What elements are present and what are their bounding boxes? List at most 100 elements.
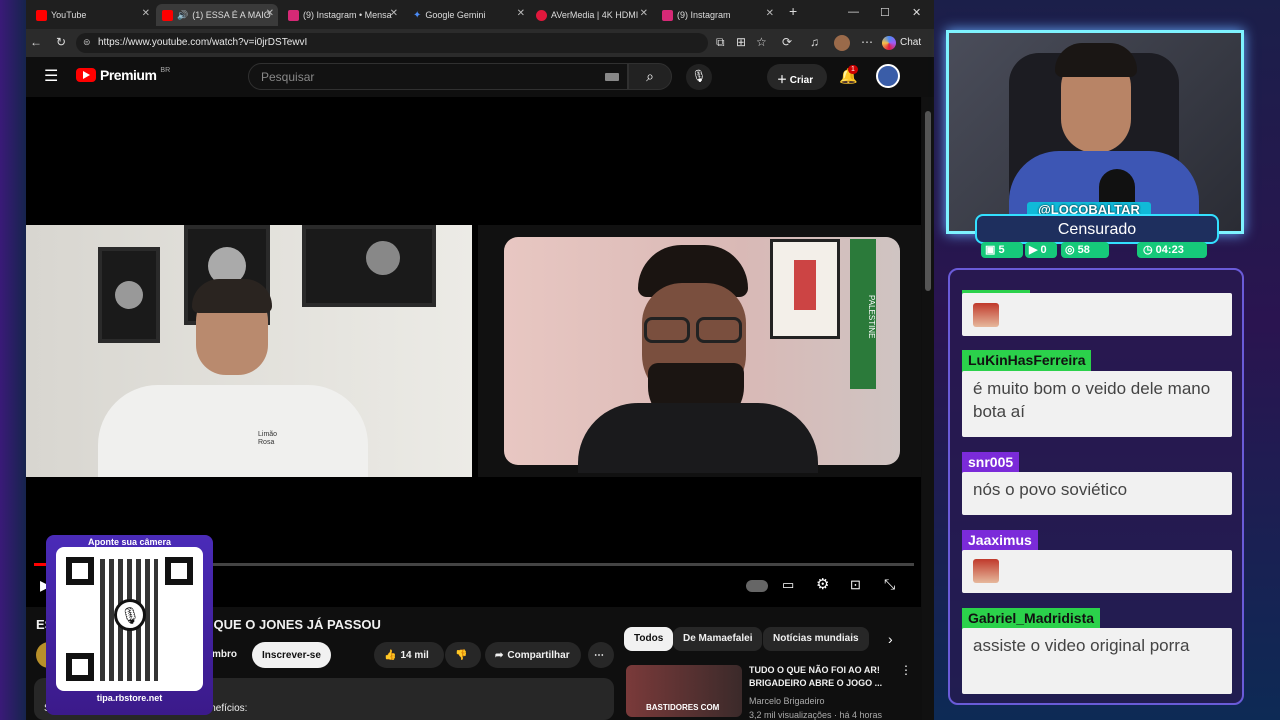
guest-shirt bbox=[578, 403, 818, 473]
moon-frame-3 bbox=[302, 225, 436, 307]
more-menu-icon[interactable]: ⋯ bbox=[861, 35, 873, 49]
video-title-end: A QUE O JONES JÁ PASSOU bbox=[201, 617, 381, 632]
create-button[interactable]: ＋ Criar bbox=[767, 64, 827, 90]
chip-mamaefalei[interactable]: De Mamaefalei bbox=[673, 627, 763, 651]
close-window-button[interactable]: ✕ bbox=[912, 6, 921, 19]
tab-instagram[interactable]: (9) Instagram ✕ bbox=[656, 4, 778, 26]
search-icon: ⌕ bbox=[646, 68, 654, 84]
tab-gemini[interactable]: ✦ Google Gemini ✕ bbox=[407, 4, 529, 26]
tab-label: YouTube bbox=[51, 10, 87, 20]
stream-status: Censurado bbox=[975, 214, 1219, 244]
qr-finder-bottom-left bbox=[66, 653, 94, 681]
chat-message-emote bbox=[962, 550, 1232, 593]
back-button[interactable]: ← bbox=[30, 35, 42, 49]
youtube-count: 0 bbox=[1040, 244, 1047, 256]
viewer-count: 58 bbox=[1077, 244, 1090, 256]
minimize-button[interactable]: — bbox=[848, 6, 859, 18]
autoplay-toggle[interactable] bbox=[746, 580, 768, 592]
mic-icon: 🎙 bbox=[691, 69, 707, 83]
dislike-button[interactable]: 👎 bbox=[445, 642, 481, 668]
profile-avatar[interactable] bbox=[834, 35, 850, 51]
emote-icon bbox=[973, 303, 999, 327]
video-player[interactable]: Limão Rosa PALESTINE ▶ ▭ ⚙ ⊡ ⤡ bbox=[26, 97, 921, 607]
avermedia-icon bbox=[536, 9, 547, 21]
moon-frame-1 bbox=[98, 247, 160, 343]
settings-icon[interactable]: ⚙ bbox=[816, 575, 829, 593]
logo-text: Premium bbox=[100, 67, 157, 83]
youtube-logo[interactable]: Premium BR bbox=[76, 67, 170, 83]
search-input[interactable]: Pesquisar bbox=[248, 63, 628, 90]
recommendation-item[interactable]: BASTIDORES COM TUDO O QUE NÃO FOI AO AR!… bbox=[626, 661, 912, 720]
app-available-icon[interactable]: ⊞ bbox=[736, 35, 746, 49]
more-vert-icon[interactable]: ⋮ bbox=[900, 663, 912, 677]
like-count: 14 mil bbox=[400, 649, 429, 661]
scrollbar-thumb[interactable] bbox=[925, 111, 931, 291]
chip-world-news[interactable]: Notícias mundiais bbox=[763, 627, 869, 651]
reload-button[interactable]: ↻ bbox=[56, 35, 66, 49]
chip-all[interactable]: Todos bbox=[624, 627, 674, 651]
chat-username: Jaaximus bbox=[962, 530, 1038, 552]
favorite-icon[interactable]: ☆ bbox=[756, 35, 767, 49]
chat-message-text: assiste o video original porra bbox=[962, 628, 1232, 694]
maximize-button[interactable]: ☐ bbox=[880, 6, 890, 19]
recommendation-thumbnail[interactable]: BASTIDORES COM bbox=[626, 665, 742, 717]
search-placeholder: Pesquisar bbox=[261, 70, 315, 84]
glasses-left bbox=[644, 317, 690, 343]
extensions-icon[interactable]: ⟳ bbox=[782, 35, 792, 49]
close-icon[interactable]: ✕ bbox=[142, 8, 150, 19]
join-button[interactable]: mbro bbox=[212, 649, 237, 660]
youtube-icon bbox=[36, 9, 47, 21]
close-icon[interactable]: ✕ bbox=[766, 8, 774, 19]
poster-frame bbox=[770, 239, 840, 339]
media-icon[interactable]: ♫ bbox=[810, 35, 819, 49]
chat-username: LuKinHasFerreira bbox=[962, 350, 1092, 372]
tab-current-video[interactable]: 🔊 (1) ESSA É A MAIO ✕ bbox=[156, 4, 278, 26]
notification-badge: 1 bbox=[848, 65, 858, 74]
qr-overlay: Aponte sua câmera 🎙 tipa.rbstore.net bbox=[46, 535, 213, 715]
miniplayer-icon[interactable]: ⊡ bbox=[850, 577, 861, 593]
account-avatar[interactable] bbox=[876, 64, 900, 88]
share-button[interactable]: ➦ Compartilhar bbox=[485, 642, 581, 668]
tab-instagram-messages[interactable]: (9) Instagram • Mensa ✕ bbox=[282, 4, 402, 26]
more-actions-button[interactable]: ⋯ bbox=[588, 642, 614, 668]
instagram-icon bbox=[288, 9, 299, 21]
recommendation-channel: Marcelo Brigadeiro bbox=[749, 696, 825, 706]
chat-count-badge: ▣ 5 bbox=[981, 242, 1023, 258]
background-glow bbox=[0, 0, 26, 720]
tab-label: Google Gemini bbox=[425, 10, 486, 20]
site-info-icon[interactable]: ⊜ bbox=[83, 37, 91, 48]
translate-icon[interactable]: ⧉ bbox=[716, 35, 725, 50]
close-icon[interactable]: ✕ bbox=[640, 8, 648, 19]
host-hair bbox=[192, 279, 272, 313]
plus-icon: ＋ bbox=[777, 75, 787, 86]
chat-username: Gabriel_Madridista bbox=[962, 608, 1101, 630]
menu-icon[interactable]: ☰ bbox=[44, 66, 58, 86]
like-button[interactable]: 👍 14 mil bbox=[374, 642, 444, 668]
stream-time: 04:23 bbox=[1155, 244, 1184, 256]
chat-button[interactable]: Chat bbox=[900, 37, 921, 48]
keyboard-icon[interactable] bbox=[605, 73, 619, 81]
instagram-icon bbox=[662, 9, 673, 21]
page-scrollbar[interactable] bbox=[922, 97, 934, 720]
close-icon[interactable]: ✕ bbox=[390, 8, 398, 19]
close-icon[interactable]: ✕ bbox=[266, 8, 274, 19]
thumbs-up-icon: 👍 bbox=[384, 649, 397, 661]
captions-icon[interactable]: ▭ bbox=[782, 577, 794, 593]
youtube-icon: ▶ bbox=[1029, 244, 1038, 256]
stream-info-box: @LOCOBALTAR Censurado ▣ 5 ▶ 0 ◎ 58 ◷ 04:… bbox=[975, 200, 1219, 260]
close-icon[interactable]: ✕ bbox=[517, 8, 525, 19]
address-bar[interactable]: ⊜ https://www.youtube.com/watch?v=i0jrDS… bbox=[76, 33, 708, 53]
streamer-hair bbox=[1055, 43, 1137, 77]
chevron-right-icon[interactable]: › bbox=[888, 631, 893, 647]
thumbs-down-icon: 👎 bbox=[455, 649, 468, 661]
tab-youtube[interactable]: YouTube ✕ bbox=[30, 4, 154, 26]
video-left-panel: Limão Rosa bbox=[26, 225, 472, 477]
new-tab-button[interactable]: + bbox=[789, 3, 797, 19]
video-right-panel: PALESTINE bbox=[478, 225, 921, 477]
search-button[interactable]: ⌕ bbox=[628, 63, 672, 90]
gemini-icon: ✦ bbox=[413, 9, 422, 21]
fullscreen-icon[interactable]: ⤡ bbox=[884, 576, 895, 593]
subscribe-button[interactable]: Inscrever-se bbox=[252, 642, 331, 668]
tab-avermedia[interactable]: AVerMedia | 4K HDMI ✕ bbox=[530, 4, 652, 26]
voice-search-button[interactable]: 🎙 bbox=[686, 64, 712, 90]
